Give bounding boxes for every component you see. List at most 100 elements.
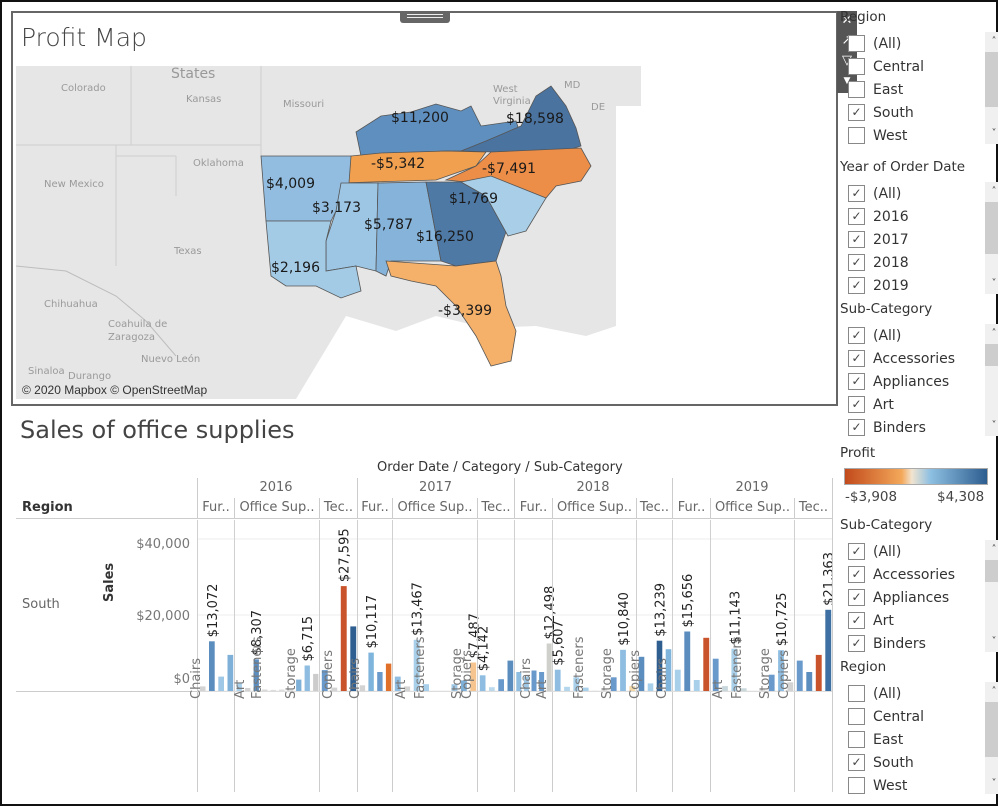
filter-option[interactable]: Appliances	[848, 370, 993, 393]
sales-bar[interactable]	[270, 689, 276, 691]
filter-option[interactable]: 2017	[848, 228, 993, 251]
year-header[interactable]: 2018	[514, 480, 672, 495]
sales-bar[interactable]	[703, 637, 710, 691]
checkbox-unchecked[interactable]	[848, 81, 865, 98]
category-header[interactable]: Office Sup..	[393, 500, 477, 515]
map-canvas[interactable]: States Colorado Kansas Missouri West Vir…	[16, 66, 833, 399]
sales-bar[interactable]	[693, 680, 700, 691]
filter-option[interactable]: (All)	[848, 540, 993, 563]
filter-option[interactable]: Accessories	[848, 563, 993, 586]
filter-option[interactable]: (All)	[848, 682, 993, 705]
checkbox-checked[interactable]	[848, 635, 865, 652]
filter-option[interactable]: Appliances	[848, 586, 993, 609]
checkbox-checked[interactable]	[848, 185, 865, 202]
checkbox-checked[interactable]	[848, 419, 865, 436]
sales-bar[interactable]	[304, 665, 310, 692]
checkbox-checked[interactable]	[848, 754, 865, 771]
filter-option[interactable]: West	[848, 124, 993, 147]
year-header[interactable]: 2019	[672, 480, 832, 495]
scroll-up-icon[interactable]: ˄	[985, 184, 998, 200]
sales-bar[interactable]	[825, 609, 832, 691]
checkbox-checked[interactable]	[848, 396, 865, 413]
sales-bar[interactable]	[684, 631, 691, 692]
scroll-thumb[interactable]	[985, 202, 998, 254]
checkbox-checked[interactable]	[848, 566, 865, 583]
scroll-down-icon[interactable]: ˅	[985, 126, 998, 142]
checkbox-checked[interactable]	[848, 327, 865, 344]
sales-bar[interactable]	[489, 687, 495, 691]
filter-option[interactable]: 2016	[848, 205, 993, 228]
checkbox-checked[interactable]	[848, 208, 865, 225]
scroll-up-icon[interactable]: ˄	[985, 326, 998, 342]
scrollbar[interactable]: ˄ ˅	[985, 182, 998, 294]
filter-option[interactable]: 2019	[848, 274, 993, 297]
checkbox-unchecked[interactable]	[848, 708, 865, 725]
filter-option[interactable]: Central	[848, 55, 993, 78]
sales-bar[interactable]	[507, 660, 514, 691]
filter-option[interactable]: 2018	[848, 251, 993, 274]
category-header[interactable]: Fur..	[198, 500, 234, 515]
filter-option[interactable]: West	[848, 774, 993, 797]
category-header[interactable]: Tec..	[478, 500, 514, 515]
category-header[interactable]: Fur..	[515, 500, 552, 515]
scroll-thumb[interactable]	[985, 702, 998, 757]
checkbox-checked[interactable]	[848, 104, 865, 121]
checkbox-checked[interactable]	[848, 277, 865, 294]
category-header[interactable]: Fur..	[358, 500, 392, 515]
checkbox-checked[interactable]	[848, 589, 865, 606]
profit-color-legend[interactable]	[844, 468, 988, 485]
sales-bar[interactable]	[815, 654, 822, 691]
checkbox-checked[interactable]	[848, 612, 865, 629]
sales-bar[interactable]	[564, 686, 570, 691]
checkbox-checked[interactable]	[848, 350, 865, 367]
scrollbar[interactable]: ˄ ˅	[985, 540, 998, 652]
filter-option[interactable]: South	[848, 751, 993, 774]
sales-bar[interactable]	[647, 683, 654, 691]
scroll-down-icon[interactable]: ˅	[985, 418, 998, 434]
category-header[interactable]: Fur..	[673, 500, 710, 515]
sales-bar[interactable]	[368, 652, 374, 691]
checkbox-checked[interactable]	[848, 373, 865, 390]
year-header[interactable]: 2017	[357, 480, 514, 495]
checkbox-unchecked[interactable]	[848, 731, 865, 748]
filter-option[interactable]: East	[848, 78, 993, 101]
profit-map-zone[interactable]: Profit Map States Colorado Kansas Missou…	[11, 11, 838, 406]
category-header[interactable]: Office Sup..	[553, 500, 636, 515]
scroll-thumb[interactable]	[985, 560, 998, 582]
scrollbar[interactable]: ˄ ˅	[985, 682, 998, 794]
checkbox-checked[interactable]	[848, 231, 865, 248]
category-header[interactable]: Office Sup..	[235, 500, 319, 515]
map-attribution[interactable]: © 2020 Mapbox © OpenStreetMap	[22, 383, 207, 397]
scroll-down-icon[interactable]: ˅	[985, 634, 998, 650]
sales-bar[interactable]	[385, 663, 392, 691]
sales-bar[interactable]	[674, 669, 681, 691]
filter-option[interactable]: Binders	[848, 416, 993, 439]
scroll-down-icon[interactable]: ˅	[985, 276, 998, 292]
sales-bar[interactable]	[340, 586, 347, 691]
checkbox-unchecked[interactable]	[848, 35, 865, 52]
sales-bar[interactable]	[479, 675, 486, 691]
category-header[interactable]: Tec..	[795, 500, 832, 515]
checkbox-unchecked[interactable]	[848, 58, 865, 75]
filter-option[interactable]: Art	[848, 393, 993, 416]
checkbox-unchecked[interactable]	[848, 685, 865, 702]
sales-bar[interactable]	[209, 641, 215, 691]
checkbox-checked[interactable]	[848, 543, 865, 560]
sales-bar[interactable]	[313, 673, 319, 691]
scroll-thumb[interactable]	[985, 344, 998, 366]
checkbox-unchecked[interactable]	[848, 127, 865, 144]
checkbox-checked[interactable]	[848, 254, 865, 271]
scroll-thumb[interactable]	[985, 52, 998, 107]
filter-option[interactable]: (All)	[848, 32, 993, 55]
filter-option[interactable]: Accessories	[848, 347, 993, 370]
sales-bar[interactable]	[218, 676, 224, 691]
sales-bar[interactable]	[377, 672, 383, 691]
filter-option[interactable]: East	[848, 728, 993, 751]
scrollbar[interactable]: ˄ ˅	[985, 324, 998, 436]
scrollbar[interactable]: ˄ ˅	[985, 32, 998, 144]
sales-bar[interactable]	[796, 660, 803, 691]
category-header[interactable]: Tec..	[637, 500, 672, 515]
sales-bar[interactable]	[554, 669, 561, 691]
scroll-up-icon[interactable]: ˄	[985, 542, 998, 558]
drag-handle-icon[interactable]	[400, 11, 450, 23]
